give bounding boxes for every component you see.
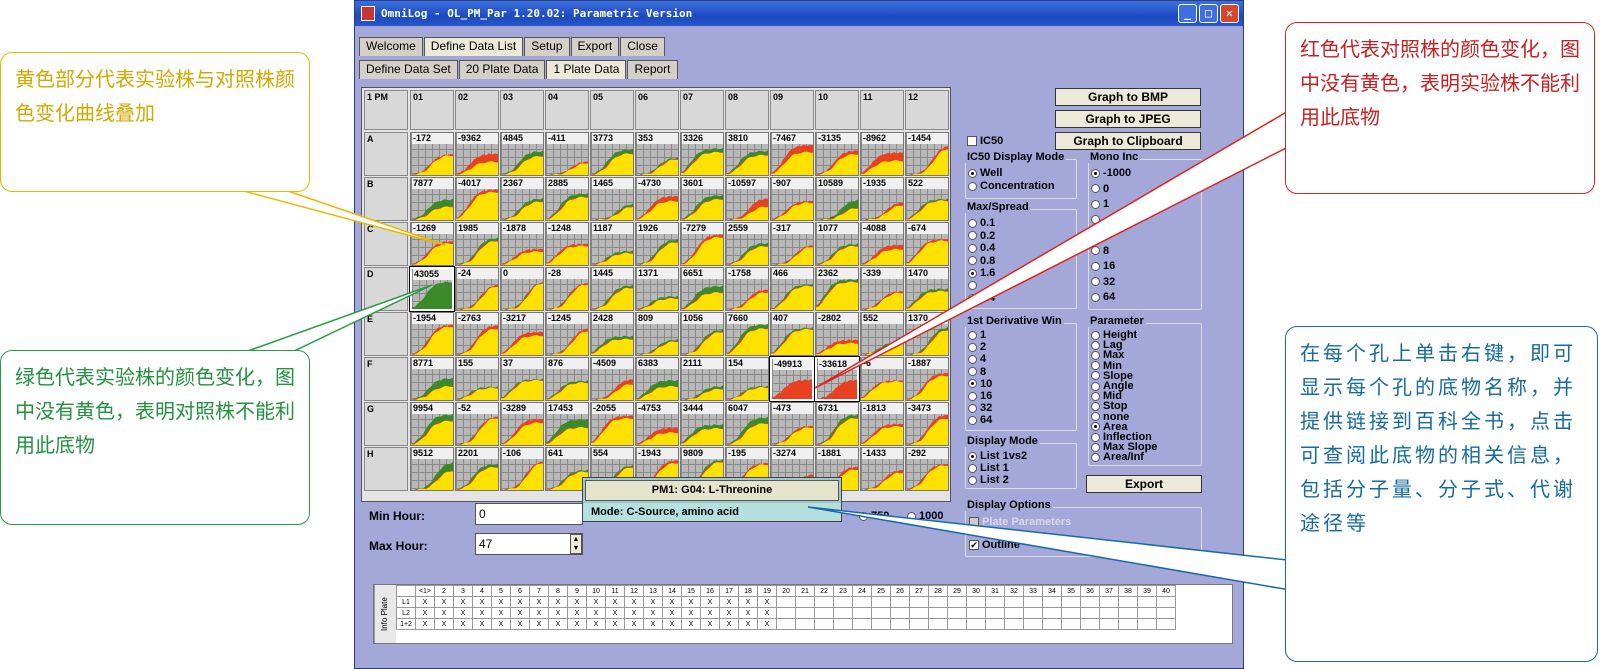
red-annotation: 红色代表对照株的颜色变化，图中没有黄色，表明实验株不能利用此底物 <box>1285 22 1595 194</box>
yellow-annotation: 黄色部分代表实验株与对照株颜色变化曲线叠加 <box>0 52 310 192</box>
blue-leader <box>807 506 1291 591</box>
yellow-leader <box>239 189 446 246</box>
red-leader <box>814 108 1293 389</box>
blue-annotation: 在每个孔上单击右键，即可显示每个孔的底物名称，并提供链接到百科全书，点击可查阅此… <box>1285 326 1598 662</box>
green-leader <box>244 284 433 353</box>
screenshot-stage: OmniLog - OL_PM_Par 1.20.02: Parametric … <box>0 0 1600 669</box>
green-annotation: 绿色代表实验株的颜色变化，图中没有黄色，表明对照株不能利用此底物 <box>0 350 310 525</box>
